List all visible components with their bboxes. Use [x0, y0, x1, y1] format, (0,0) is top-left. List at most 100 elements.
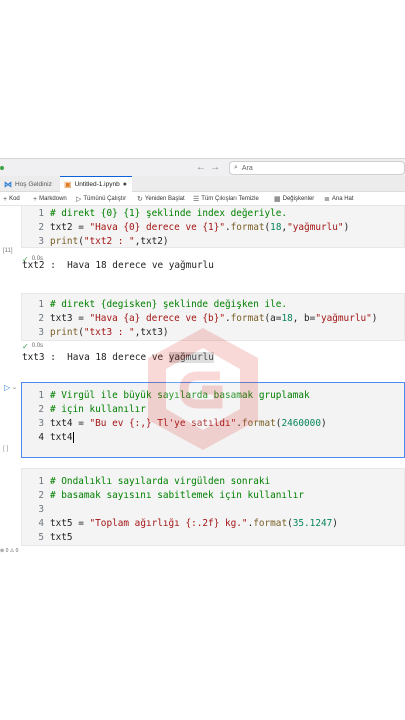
execution-status: ✓ 0.0s	[22, 340, 43, 352]
code-line[interactable]: 2 txt3 = "Hava {a} derece ve {b}".format(…	[22, 311, 404, 325]
code-token: 35.1247	[292, 517, 333, 529]
code-token: 18	[270, 221, 282, 233]
code-token: "Toplam ağırlığı {:.2f} kg."	[89, 517, 248, 529]
code-text: txt3 = "Hava {a} derece ve {b}".format(a…	[50, 313, 377, 324]
outline-icon: ≣	[324, 196, 330, 203]
line-number: 2	[38, 221, 44, 233]
forward-arrow-icon[interactable]: →	[210, 162, 220, 173]
line-number: 1	[38, 298, 44, 310]
code-token: format	[241, 417, 276, 429]
check-icon: ✓	[22, 341, 29, 351]
code-token: "txt2 : "	[83, 235, 135, 247]
code-line[interactable]: 4 txt5 = "Toplam ağırlığı {:.2f} kg.".for…	[22, 516, 404, 530]
line-number: 2	[38, 489, 44, 501]
tab-label: Untitled-1.ipynb	[74, 181, 120, 188]
code-cell[interactable]: 1 # direkt {degisken} şeklinde değişken i…	[21, 293, 405, 341]
notebook-editor: 1 # direkt {0} {1} şeklinde index değeriy…	[0, 206, 405, 562]
code-cell[interactable]: 1 # Ondalıklı sayılarda virgülden sonraki…	[21, 468, 405, 546]
code-line[interactable]: 3 print("txt2 : ",txt2)	[22, 234, 404, 248]
code-token: "Hava {a} derece ve {b}"	[89, 312, 225, 324]
code-line[interactable]: 3 txt4 = "Bu ev {:,} Tl'ye satıldı".forma…	[22, 416, 404, 430]
code-cell-selected[interactable]: 1 # Virgül ile büyük sayılarda basamak gr…	[21, 382, 405, 458]
line-number: 1	[38, 389, 44, 401]
code-token: "txt3 : "	[83, 326, 135, 338]
code-token: txt2 =	[50, 221, 90, 233]
code-line[interactable]: 1 # direkt {0} {1} şeklinde index değeriy…	[22, 206, 404, 220]
status-problems[interactable]: ⊗ 0 ⚠ 0	[0, 548, 18, 554]
code-text: print("txt2 : ",txt2)	[50, 236, 169, 247]
code-line[interactable]: 1 # Virgül ile büyük sayılarda basamak gr…	[22, 388, 404, 402]
code-line[interactable]: 2 # basamak sayısını sabitlemek için kull…	[22, 488, 404, 502]
code-line[interactable]: 5 txt5	[22, 530, 404, 544]
run-all-icon: ▷	[76, 196, 82, 203]
code-token: format	[230, 312, 265, 324]
notebook-icon: ▣	[64, 180, 72, 189]
code-line[interactable]: 3 print("txt3 : ",txt3)	[22, 325, 404, 339]
line-number: 3	[38, 326, 44, 338]
text-cursor	[72, 431, 74, 443]
code-token: print	[50, 235, 79, 247]
code-token: )	[343, 221, 350, 233]
toolbar-label: Yeniden Başlat	[144, 196, 185, 202]
code-line[interactable]: 3	[22, 502, 404, 516]
status-dot-icon	[0, 166, 4, 170]
code-token: format	[253, 517, 288, 529]
code-line[interactable]: 4 txt4	[22, 430, 404, 444]
code-token: # direkt {0} {1} şeklinde index değeriyl…	[50, 207, 288, 219]
tab-label: Hoş Geldiniz	[15, 180, 52, 188]
code-token: # direkt {degisken} şeklinde değişken il…	[50, 298, 288, 310]
add-markdown-cell-button[interactable]: + Markdown	[33, 192, 67, 206]
code-token: (a=	[264, 312, 282, 324]
run-options-chevron-icon[interactable]: ⌄	[12, 384, 17, 391]
code-token: txt4	[50, 431, 73, 443]
cell-output: txt2 : Hava 18 derece ve yağmurlu	[22, 260, 214, 271]
notebook-toolbar: + Kod + Markdown ▷ Tümünü Çalıştır ↻ Yen…	[0, 192, 405, 206]
search-icon: ⌕	[234, 164, 238, 171]
plus-icon: +	[33, 195, 38, 203]
code-token: txt5 =	[50, 517, 90, 529]
run-cell-icon[interactable]: ▷	[4, 383, 10, 392]
code-text: txt4 = "Bu ev {:,} Tl'ye satıldı".format…	[50, 418, 327, 429]
code-text: txt4	[50, 431, 74, 443]
execution-time: 0.0s	[31, 343, 44, 349]
code-token: )	[320, 417, 327, 429]
toolbar-label: Ana Hat	[331, 196, 354, 202]
code-token: # için kullanılır	[50, 403, 146, 415]
back-arrow-icon[interactable]: ←	[196, 162, 206, 173]
code-line[interactable]: 2 txt2 = "Hava {0} derece ve {1}".format(…	[22, 220, 404, 234]
line-number: 3	[38, 235, 44, 247]
code-token: txt5	[50, 531, 73, 543]
unsaved-dot-icon[interactable]: ●	[123, 181, 127, 188]
line-number: 2	[38, 403, 44, 415]
add-code-cell-button[interactable]: + Kod	[3, 192, 20, 206]
code-cell[interactable]: 1 # direkt {0} {1} şeklinde index değeriy…	[21, 206, 405, 248]
variables-button[interactable]: ▦ Değişkenler	[274, 192, 314, 206]
code-token: )	[332, 517, 338, 529]
code-line[interactable]: 2 # için kullanılır	[22, 402, 404, 416]
command-search-box[interactable]: ⌕ Ara	[229, 161, 405, 175]
line-number: 5	[38, 531, 44, 543]
tab-welcome[interactable]: ⋈ Hoş Geldiniz	[0, 176, 60, 192]
code-token: "Hava {0} derece ve {1}"	[89, 221, 225, 233]
code-token: 18	[281, 312, 293, 324]
restart-button[interactable]: ↻ Yeniden Başlat	[137, 192, 185, 206]
code-line[interactable]: 1 # Ondalıklı sayılarda virgülden sonraki	[22, 474, 404, 488]
code-token: , b=	[292, 312, 316, 324]
toolbar-label: Değişkenler	[282, 196, 315, 202]
code-token: # Virgül ile büyük sayılarda basamak gru…	[50, 389, 310, 401]
code-text: txt5 = "Toplam ağırlığı {:.2f} kg.".form…	[50, 518, 338, 529]
code-token: ,txt3)	[134, 326, 169, 338]
code-token: 2460000	[281, 417, 321, 429]
tab-untitled-notebook[interactable]: ▣ Untitled-1.ipynb ●	[60, 176, 132, 192]
clear-all-outputs-button[interactable]: ☰ Tüm Çıkışları Temizle	[193, 192, 259, 206]
outline-button[interactable]: ≣ Ana Hat	[324, 192, 354, 206]
code-token: print	[50, 326, 79, 338]
code-token: txt3 =	[50, 312, 90, 324]
run-all-button[interactable]: ▷ Tümünü Çalıştır	[76, 192, 126, 206]
code-token: "Bu ev {:,} Tl'ye satıldı"	[89, 417, 237, 429]
code-line[interactable]: 1 # direkt {degisken} şeklinde değişken i…	[22, 297, 404, 311]
line-number: 3	[38, 503, 44, 515]
line-number: 2	[38, 312, 44, 324]
code-text: txt2 = "Hava {0} derece ve {1}".format(1…	[50, 222, 349, 233]
variables-icon: ▦	[274, 196, 281, 203]
